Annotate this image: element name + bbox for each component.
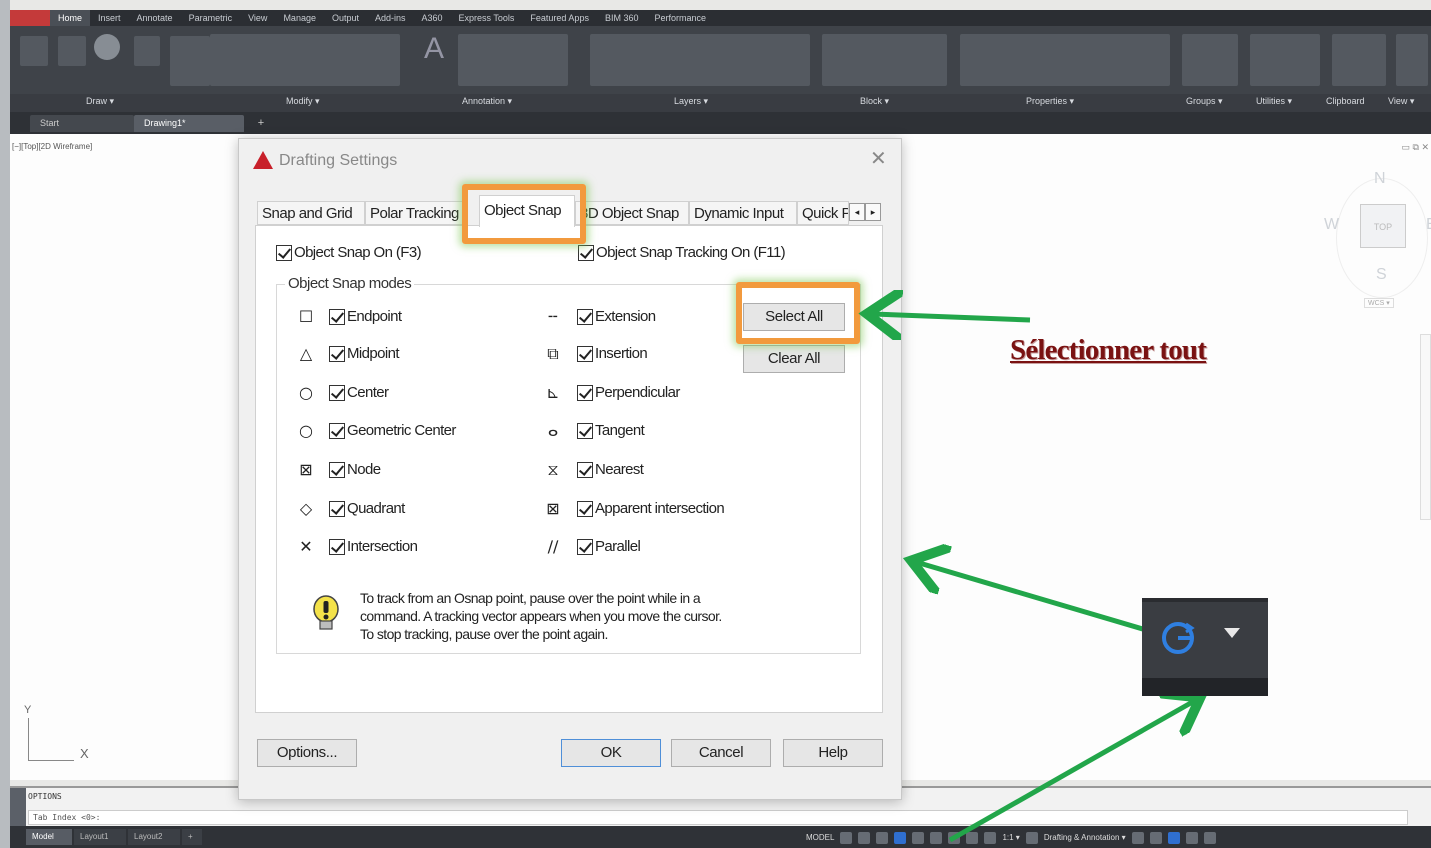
osnap-status-popup[interactable] [1142,598,1268,696]
arrow-to-snap-modes [916,562,1147,633]
popup-bottom-bar [1142,678,1268,696]
tab-object-snap[interactable]: Object Snap [479,195,575,227]
chevron-down-icon[interactable] [1224,628,1240,638]
arrow-to-select-all [872,314,1031,320]
arrow-from-statusbar [948,700,1196,843]
annotation-arrows [0,0,1431,843]
object-snap-icon[interactable] [1158,618,1198,658]
